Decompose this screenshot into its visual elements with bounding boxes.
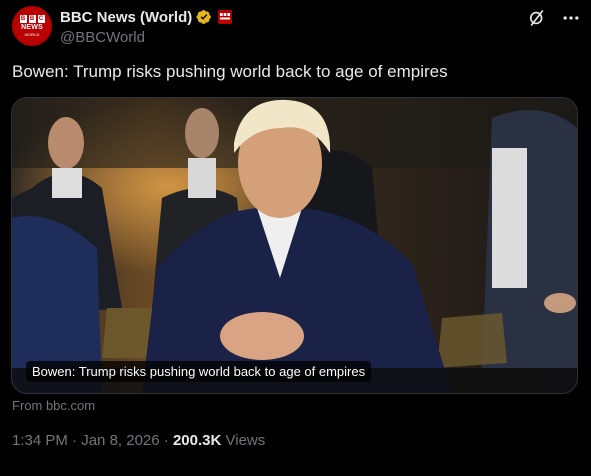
logo-block: B — [28, 15, 36, 23]
logo-block: B — [19, 15, 27, 23]
top-actions — [527, 8, 581, 28]
meta-separator: · — [159, 432, 173, 449]
display-name[interactable]: BBC News (World) — [60, 9, 192, 26]
views-count[interactable]: 200.3K — [173, 432, 221, 449]
avatar-world-text: WORLD — [24, 32, 40, 37]
avatar-news-text: NEWS — [21, 24, 43, 31]
verified-badge-icon[interactable] — [196, 9, 212, 25]
affiliate-badge-icon[interactable] — [218, 10, 233, 24]
bbc-mini-logo-icon — [220, 13, 231, 20]
tweet-date[interactable]: Jan 8, 2026 — [81, 432, 159, 449]
logo-block: C — [37, 15, 45, 23]
avatar[interactable]: B B C NEWS WORLD — [12, 6, 52, 46]
tweet-meta: 1:34 PM · Jan 8, 2026 · 200.3K Views — [12, 432, 265, 449]
tweet-time[interactable]: 1:34 PM — [12, 432, 68, 449]
card-source[interactable]: From bbc.com — [12, 398, 95, 413]
grok-icon[interactable] — [527, 8, 547, 28]
tweet-header: B B C NEWS WORLD BBC News (World) @BBCWo… — [12, 6, 581, 46]
views-label: Views — [221, 432, 266, 449]
meta-separator: · — [67, 432, 82, 449]
tweet-text: Bowen: Trump risks pushing world back to… — [12, 62, 448, 81]
link-card[interactable]: Bowen: Trump risks pushing world back to… — [11, 97, 578, 394]
article-photo — [12, 98, 577, 393]
card-caption: Bowen: Trump risks pushing world back to… — [26, 361, 372, 382]
account-names: BBC News (World) @BBCWorld — [60, 8, 233, 46]
account-handle[interactable]: @BBCWorld — [60, 29, 232, 46]
bbc-logo-blocks: B B C — [19, 15, 45, 23]
more-icon[interactable] — [561, 8, 581, 28]
